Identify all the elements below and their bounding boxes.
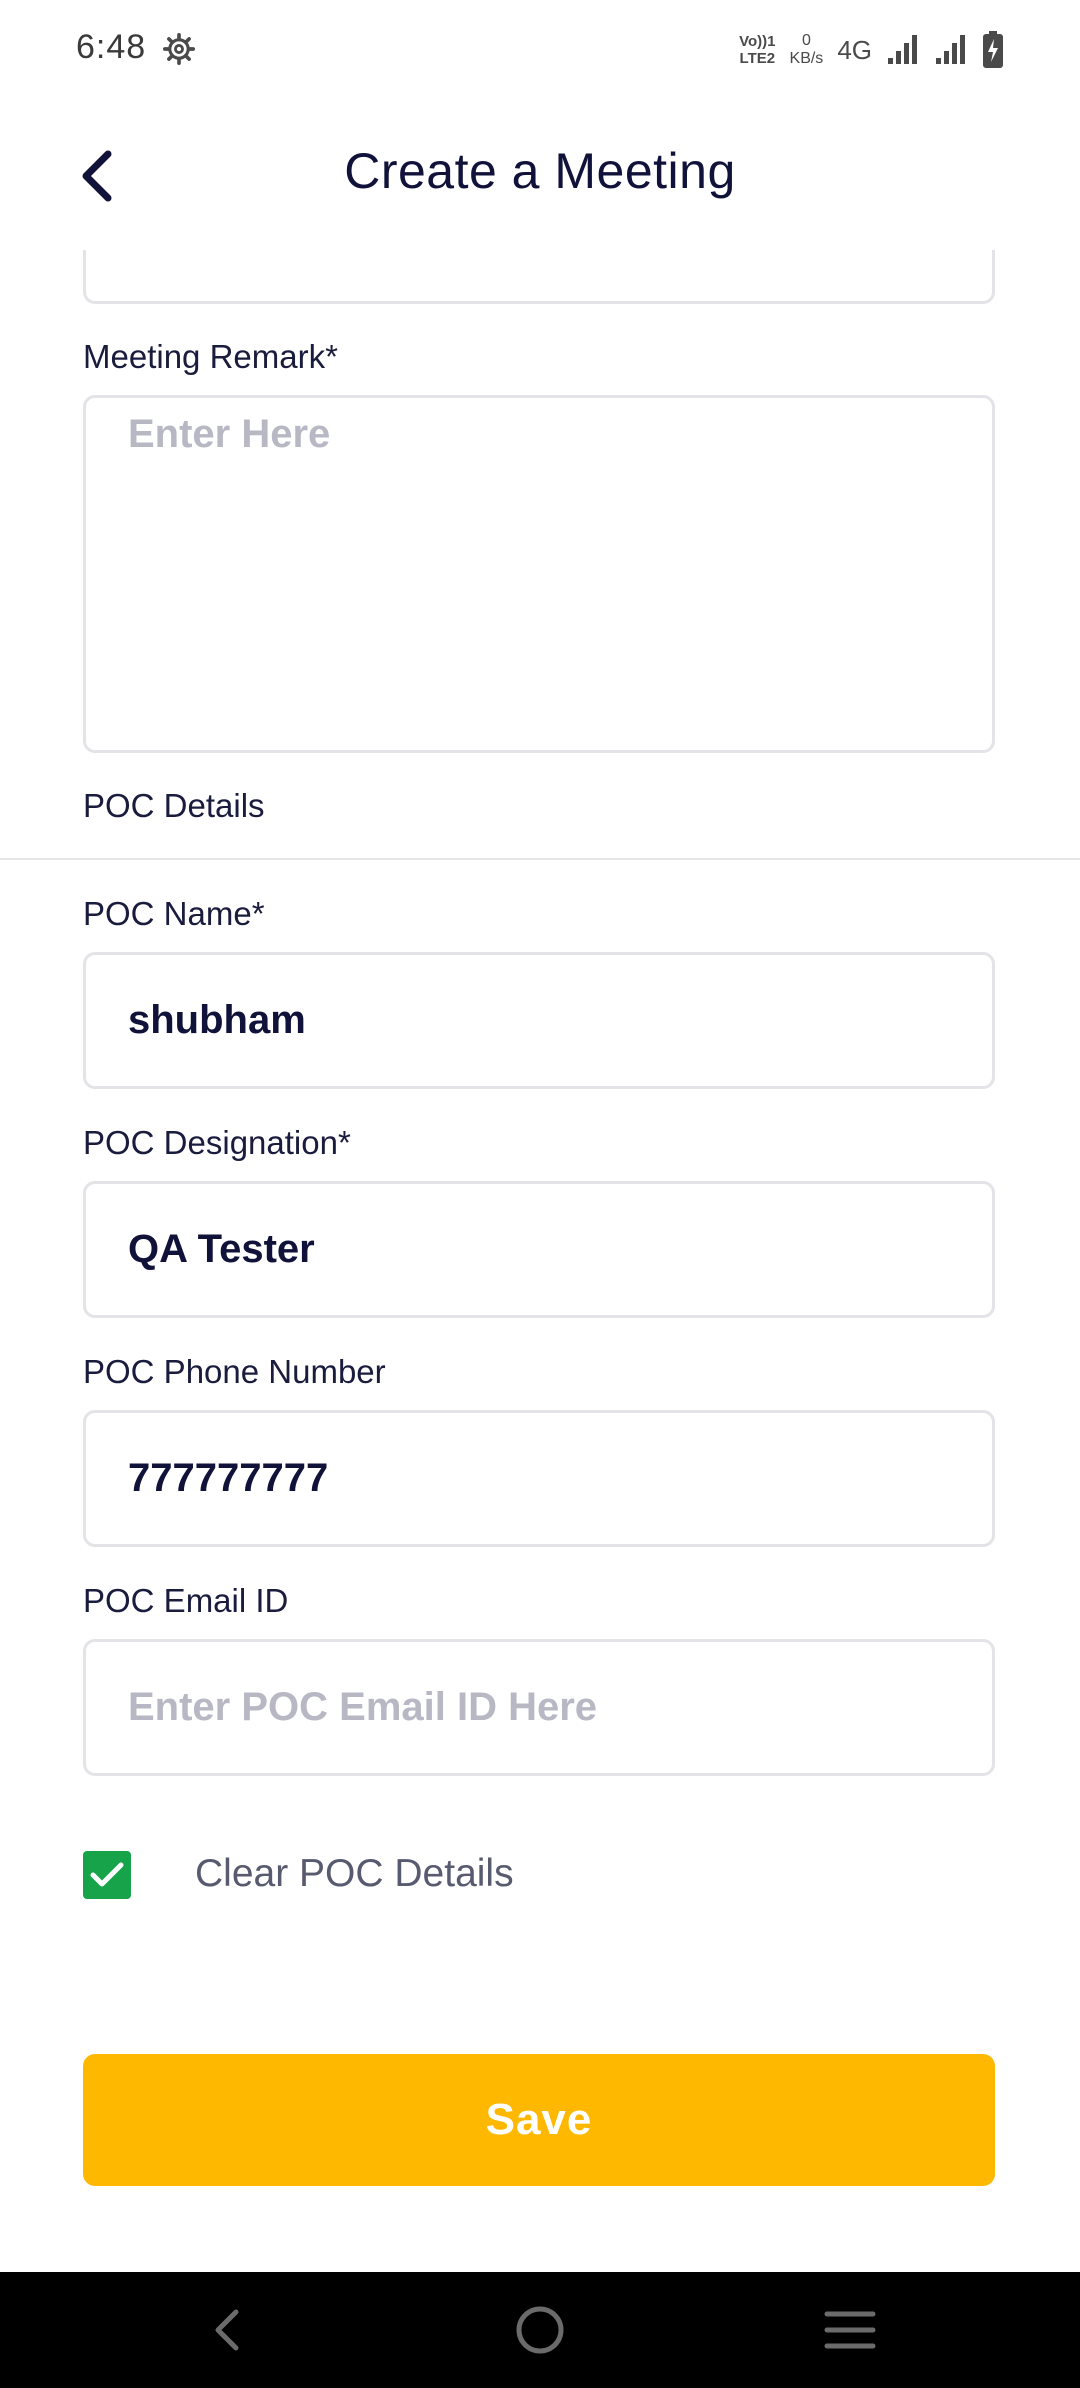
poc-designation-label: POC Designation* [83, 1124, 351, 1161]
poc-phone-label: POC Phone Number [83, 1353, 386, 1390]
poc-email-input[interactable]: Enter POC Email ID Here [83, 1639, 995, 1776]
system-nav-bar [0, 2272, 1080, 2388]
nav-back-button[interactable] [168, 2272, 288, 2388]
nav-back-icon [215, 2309, 239, 2351]
volte-bottom: LTE2 [739, 50, 776, 67]
volte-top: Vo))1 [739, 33, 776, 50]
nav-home-button[interactable] [480, 2272, 600, 2388]
page-title: Create a Meeting [344, 143, 736, 199]
meeting-remark-label: Meeting Remark* [83, 338, 338, 375]
poc-designation-value: QA Tester [128, 1227, 315, 1271]
nav-menu-button[interactable] [790, 2272, 910, 2388]
signal-icon [888, 35, 917, 64]
nav-home-icon [516, 2306, 564, 2354]
status-bar: 6:48 Vo))1 LTE2 0 KB/s 4G [0, 0, 1080, 100]
poc-email-placeholder: Enter POC Email ID Here [128, 1685, 598, 1729]
section-divider [0, 858, 1080, 860]
status-time: 6:48 [76, 28, 147, 66]
data-rate-value: 0 [801, 32, 811, 49]
meeting-remark-placeholder: Enter Here [128, 412, 331, 456]
check-icon [90, 1862, 124, 1887]
signal-icon [936, 35, 965, 64]
poc-name-input[interactable]: shubham [83, 952, 995, 1089]
poc-designation-input[interactable]: QA Tester [83, 1181, 995, 1318]
app-header: Create a Meeting [0, 100, 1080, 250]
poc-details-section-title: POC Details [83, 787, 265, 824]
poc-name-value: shubham [128, 998, 306, 1042]
volte-indicator: Vo))1 LTE2 [739, 33, 775, 67]
poc-phone-value: 777777777 [128, 1456, 329, 1500]
poc-name-label: POC Name* [83, 895, 265, 932]
battery-charging-icon [983, 31, 1003, 68]
clear-poc-label[interactable]: Clear POC Details [195, 1852, 514, 1896]
nav-menu-icon [824, 2311, 876, 2349]
data-rate-unit: KB/s [789, 50, 824, 67]
network-type: 4G [837, 34, 872, 65]
save-button[interactable]: Save [83, 2054, 995, 2186]
poc-phone-input[interactable]: 777777777 [83, 1410, 995, 1547]
meeting-remark-textarea[interactable]: Enter Here [83, 395, 995, 753]
poc-email-label: POC Email ID [83, 1582, 289, 1619]
clear-poc-checkbox[interactable] [83, 1851, 131, 1899]
previous-field-input[interactable] [83, 250, 995, 304]
gear-icon [162, 32, 196, 66]
data-rate-indicator: 0 KB/s [790, 32, 824, 68]
status-indicators: Vo))1 LTE2 0 KB/s 4G [739, 28, 1004, 72]
